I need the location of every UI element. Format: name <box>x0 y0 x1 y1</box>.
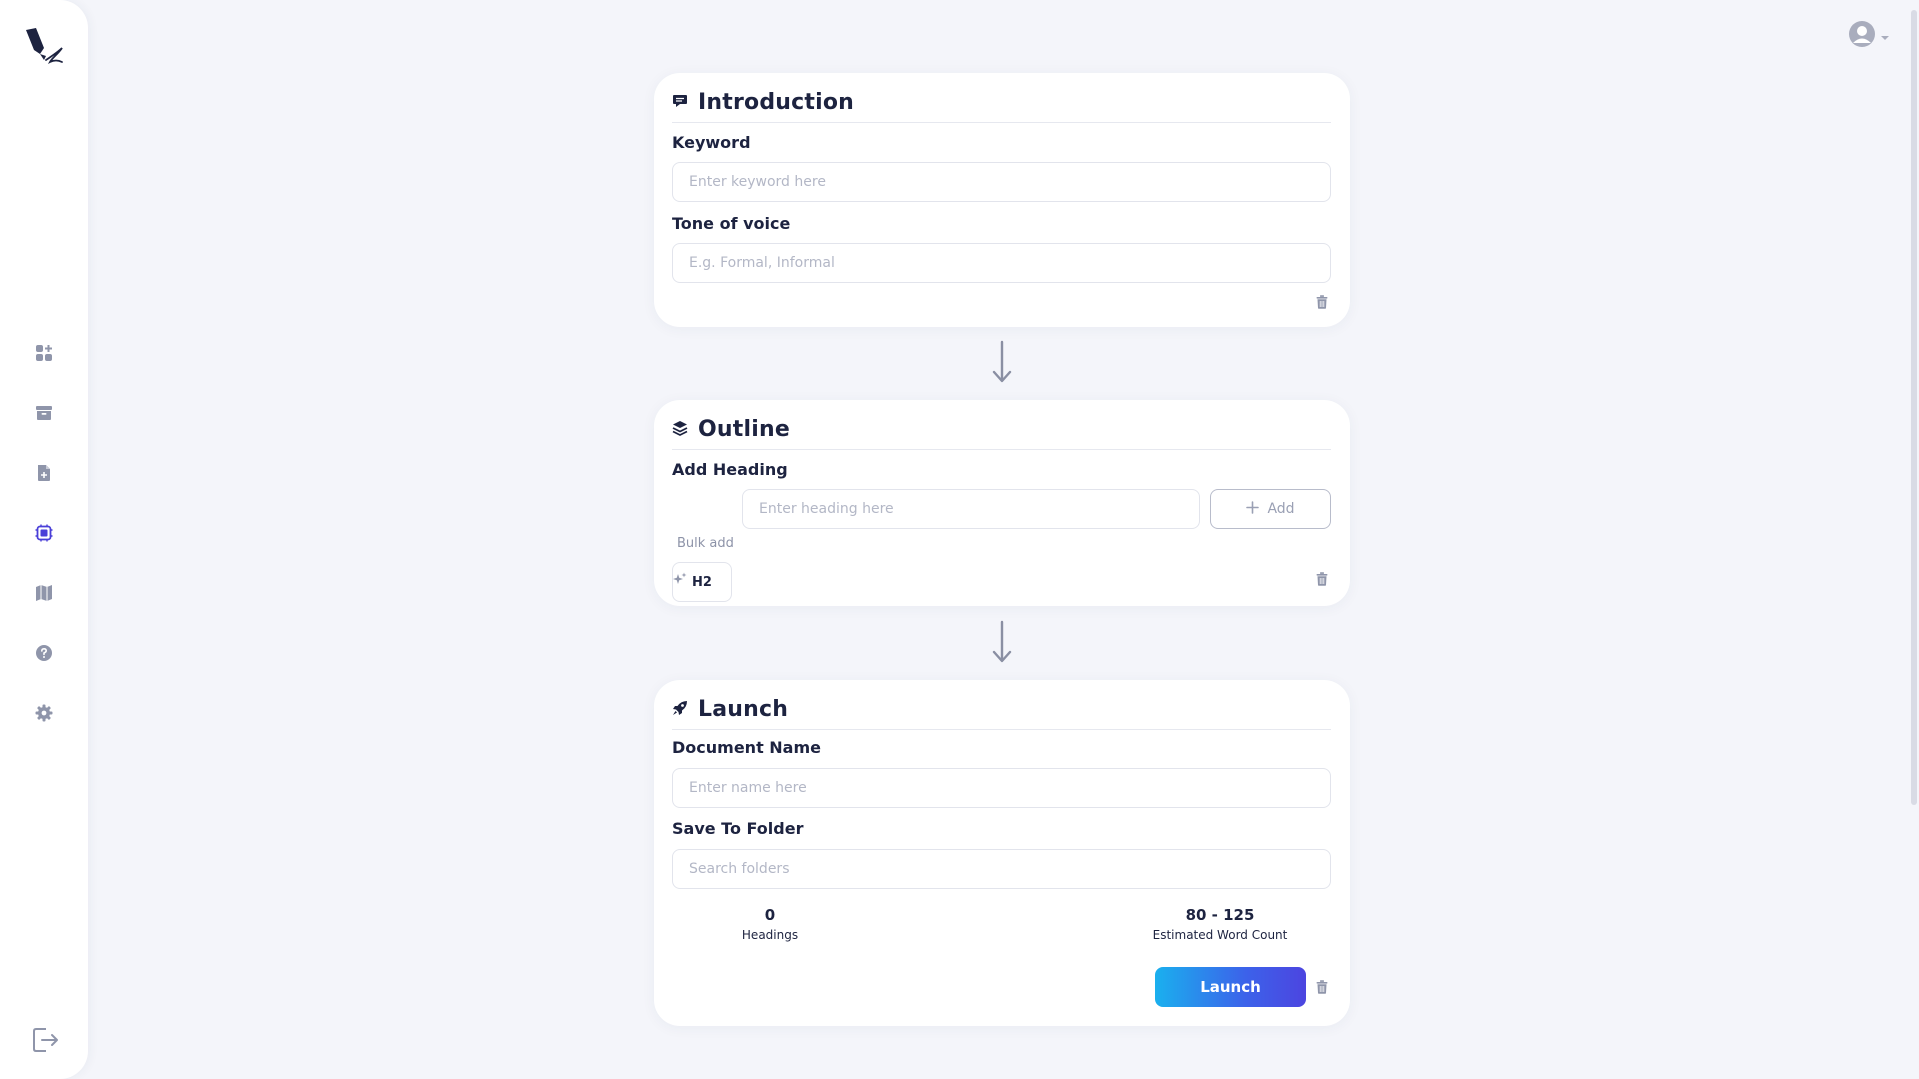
launch-button[interactable]: Launch <box>1155 967 1306 1007</box>
word-count-label: Estimated Word Count <box>1152 928 1288 942</box>
flow-arrow-down-icon <box>990 340 1014 384</box>
plus-icon <box>1246 500 1260 518</box>
trash-icon[interactable] <box>1314 293 1330 311</box>
add-heading-label: Add Heading <box>672 460 788 479</box>
outline-card: Outline Add Heading H2 Add Bulk add <box>654 400 1350 606</box>
sparkle-icon[interactable] <box>672 570 688 588</box>
caret-down-icon[interactable] <box>1880 27 1890 46</box>
user-circle-icon[interactable] <box>1848 20 1876 52</box>
save-to-folder-label: Save To Folder <box>672 819 804 838</box>
add-button-label: Add <box>1267 501 1295 517</box>
pen-logo-icon[interactable] <box>22 26 66 70</box>
logout-icon[interactable] <box>32 1025 60 1055</box>
layers-icon <box>672 420 688 440</box>
launch-card: Launch Document Name Save To Folder 0 He… <box>654 680 1350 1026</box>
word-count-value: 80 - 125 <box>1185 906 1255 924</box>
launch-header: Launch <box>672 690 1331 730</box>
introduction-card: Introduction Keyword Tone of voice <box>654 73 1350 327</box>
outline-header: Outline <box>672 410 1331 450</box>
sidebar <box>0 0 88 1079</box>
introduction-title: Introduction <box>698 90 855 115</box>
headings-label: Headings <box>741 928 799 942</box>
chat-bubble-icon <box>672 93 688 113</box>
tone-of-voice-input[interactable] <box>672 243 1331 283</box>
document-plus-icon[interactable] <box>32 461 56 485</box>
add-heading-button[interactable]: Add <box>1210 489 1331 529</box>
headings-stat: 0 Headings <box>720 906 820 942</box>
word-count-stat: 80 - 125 Estimated Word Count <box>1124 906 1316 942</box>
chip-icon[interactable] <box>32 521 56 545</box>
gear-icon[interactable] <box>32 701 56 725</box>
trash-icon[interactable] <box>1314 570 1330 588</box>
keyword-label: Keyword <box>672 133 751 152</box>
folder-search-input[interactable] <box>672 849 1331 889</box>
archive-box-icon[interactable] <box>32 401 56 425</box>
keyword-input[interactable] <box>672 162 1331 202</box>
flow-arrow-down-icon <box>990 620 1014 664</box>
question-circle-icon[interactable] <box>32 641 56 665</box>
document-name-label: Document Name <box>672 738 821 757</box>
tone-of-voice-label: Tone of voice <box>672 214 791 233</box>
launch-title: Launch <box>698 697 789 722</box>
headings-count: 0 <box>764 906 776 924</box>
outline-title: Outline <box>698 417 790 442</box>
introduction-header: Introduction <box>672 83 1331 123</box>
document-name-input[interactable] <box>672 768 1331 808</box>
grid-plus-icon[interactable] <box>32 341 56 365</box>
user-menu[interactable] <box>1848 20 1896 52</box>
page-scrollbar[interactable] <box>1911 10 1917 805</box>
heading-input[interactable] <box>742 489 1200 529</box>
bulk-add-link[interactable]: Bulk add <box>677 536 734 551</box>
map-icon[interactable] <box>32 581 56 605</box>
trash-icon[interactable] <box>1314 978 1330 996</box>
rocket-icon <box>672 700 688 720</box>
